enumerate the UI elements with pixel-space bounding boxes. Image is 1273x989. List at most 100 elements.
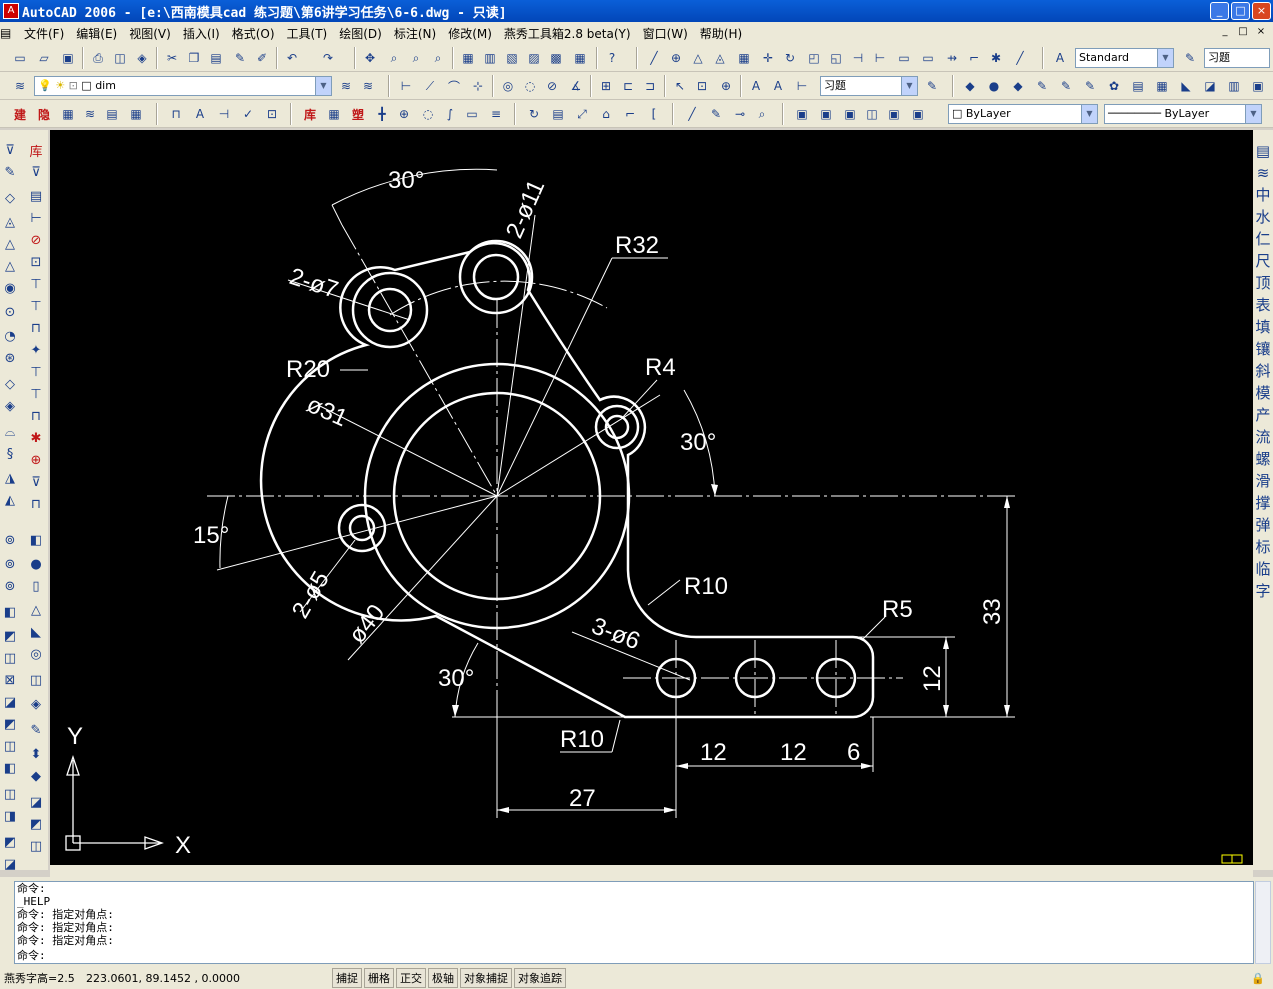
mold-icon-11[interactable]: ⊤ xyxy=(26,384,46,404)
pan-icon[interactable]: ✥ xyxy=(360,48,380,68)
solid-icon-11[interactable]: ◧ xyxy=(0,758,20,778)
solid-icon-7[interactable]: ⊠ xyxy=(0,670,20,690)
command-scrollbar[interactable] xyxy=(1255,881,1271,964)
screen-icon-1[interactable]: ▣ xyxy=(792,104,812,124)
print-icon[interactable]: ⎙ xyxy=(88,48,108,68)
layer-previous-icon[interactable]: ≋ xyxy=(358,76,378,96)
render-icon-8[interactable]: ▤ xyxy=(1128,76,1148,96)
curve-tool-icon[interactable]: ∫ xyxy=(440,104,460,124)
solid-icon-13[interactable]: ◨ xyxy=(0,806,20,826)
mirror-icon[interactable]: △ xyxy=(688,48,708,68)
document-icon[interactable]: ▤ xyxy=(0,26,18,40)
render-icon-7[interactable]: ✿ xyxy=(1104,76,1124,96)
drawing-canvas[interactable]: 30° 2-ø11 R32 2-ø7 R20 R4 ø31 30° 15° 2-… xyxy=(50,130,1253,865)
draw-icon-12[interactable]: ◈ xyxy=(0,396,20,416)
screen-icon-3[interactable]: ▣ xyxy=(840,104,860,124)
view-icon-14[interactable]: ◫ xyxy=(26,836,46,856)
block-editor-icon[interactable]: ✐ xyxy=(252,48,272,68)
draw-icon-9[interactable]: ◔ xyxy=(0,326,20,346)
view-icon-12[interactable]: ◪ xyxy=(26,792,46,812)
render-icon-4[interactable]: ✎ xyxy=(1032,76,1052,96)
palette-item-chan[interactable]: 产 xyxy=(1254,404,1272,426)
same-icon[interactable]: ≡ xyxy=(486,104,506,124)
modify-extra-icon[interactable]: ╱ xyxy=(1010,48,1030,68)
render-icon-13[interactable]: ▣ xyxy=(1248,76,1268,96)
menu-file[interactable]: 文件(F) xyxy=(18,25,70,42)
solid-icon-10[interactable]: ◫ xyxy=(0,736,20,756)
minimize-button[interactable]: _ xyxy=(1210,2,1229,20)
move-icon[interactable]: ✛ xyxy=(758,48,778,68)
tool-palettes-icon[interactable]: ▧ xyxy=(502,48,522,68)
palette-item-xie[interactable]: 斜 xyxy=(1254,360,1272,382)
draw-icon-15[interactable]: ◮ xyxy=(0,468,20,488)
explode-icon[interactable]: ✱ xyxy=(986,48,1006,68)
menu-insert[interactable]: 插入(I) xyxy=(177,25,226,42)
text-style-select[interactable]: Standard ▼ xyxy=(1075,48,1174,68)
draw-icon-4[interactable]: ◬ xyxy=(0,212,20,232)
house-icon[interactable]: ⌂ xyxy=(596,104,616,124)
polar-toggle[interactable]: 极轴 xyxy=(428,968,458,988)
screen-icon-4[interactable]: ◫ xyxy=(862,104,882,124)
print-preview-icon[interactable]: ◫ xyxy=(110,48,130,68)
mold-icon-2[interactable]: ▤ xyxy=(26,186,46,206)
tolerance-icon[interactable]: ⊡ xyxy=(692,76,712,96)
snap-toggle[interactable]: 捕捉 xyxy=(332,968,362,988)
solid-icon-5[interactable]: ◩ xyxy=(0,626,20,646)
sheet-set-icon[interactable]: ▨ xyxy=(524,48,544,68)
view-icon-9[interactable]: ✎ xyxy=(26,720,46,740)
palette-item-tan[interactable]: 弹 xyxy=(1254,514,1272,536)
undo-icon[interactable]: ↶ xyxy=(282,48,302,68)
view-icon-10[interactable]: ⬍ xyxy=(26,744,46,764)
dim-style-icon[interactable]: ✎ xyxy=(1180,48,1200,68)
doc-close-button[interactable]: × xyxy=(1253,25,1269,40)
maximize-button[interactable]: □ xyxy=(1231,2,1250,20)
palette-item-liu[interactable]: 流 xyxy=(1254,426,1272,448)
mold-icon-5[interactable]: ⊡ xyxy=(26,252,46,272)
paste-icon[interactable]: ▤ xyxy=(206,48,226,68)
dim-radius-icon[interactable]: ◎ xyxy=(498,76,518,96)
dim-text-edit-icon[interactable]: A xyxy=(768,76,788,96)
trim-icon[interactable]: ⊣ xyxy=(848,48,868,68)
mold-icon-12[interactable]: ⊓ xyxy=(26,406,46,426)
autocad-app-icon[interactable]: A xyxy=(3,3,19,19)
properties-icon[interactable]: ▦ xyxy=(458,48,478,68)
dim-aligned-icon[interactable]: ⟋ xyxy=(420,76,440,96)
draw-icon-16[interactable]: ◭ xyxy=(0,490,20,510)
screen-icon-5[interactable]: ▣ xyxy=(884,104,904,124)
chamfer-icon[interactable]: ⇸ xyxy=(942,48,962,68)
color-bars-icon[interactable]: ▤ xyxy=(102,104,122,124)
draw-icon-13[interactable]: ⌓ xyxy=(0,422,20,442)
palette-item-biao2[interactable]: 标 xyxy=(1254,536,1272,558)
quick-dim-icon[interactable]: ⊞ xyxy=(596,76,616,96)
dim-diameter-icon[interactable]: ⊘ xyxy=(542,76,562,96)
palette-item-cheng[interactable]: 撑 xyxy=(1254,492,1272,514)
palette-item-chi[interactable]: 尺 xyxy=(1254,250,1272,272)
table-icon[interactable]: ▦ xyxy=(324,104,344,124)
offset-icon[interactable]: ◬ xyxy=(710,48,730,68)
mold-icon-1[interactable]: ⊽ xyxy=(26,162,46,182)
render-icon-9[interactable]: ▦ xyxy=(1152,76,1172,96)
solid-icon-1[interactable]: ⊚ xyxy=(0,530,20,550)
render-icon-1[interactable]: ◆ xyxy=(960,76,980,96)
solid-icon-15[interactable]: ◪ xyxy=(0,854,20,874)
zoom-window-icon[interactable]: ⌕ xyxy=(406,48,426,68)
menu-help[interactable]: 帮助(H) xyxy=(694,25,748,42)
dim-ordinate-icon[interactable]: ⊹ xyxy=(468,76,488,96)
palette-item-zhong[interactable]: 中 xyxy=(1254,184,1272,206)
solid-icon-14[interactable]: ◩ xyxy=(0,832,20,852)
stretch-icon[interactable]: ◱ xyxy=(826,48,846,68)
extend-icon[interactable]: ⊢ xyxy=(870,48,890,68)
view-icon-6[interactable]: ◎ xyxy=(26,644,46,664)
calculator-icon[interactable]: ▦ xyxy=(570,48,590,68)
command-input[interactable]: 命令: xyxy=(14,949,1254,964)
dim-edit-icon[interactable]: A xyxy=(746,76,766,96)
mold-icon-13[interactable]: ✱ xyxy=(26,428,46,448)
dim-continue-icon[interactable]: ⊐ xyxy=(640,76,660,96)
palette-icon-2[interactable]: ≋ xyxy=(1254,162,1272,184)
join-icon[interactable]: ▭ xyxy=(918,48,938,68)
draw-line-icon[interactable]: ╱ xyxy=(644,48,664,68)
mold-icon-3[interactable]: ⊢ xyxy=(26,208,46,228)
mold-icon-7[interactable]: ⊤ xyxy=(26,296,46,316)
text-style-icon[interactable]: A xyxy=(1050,48,1070,68)
palette-item-zi[interactable]: 字 xyxy=(1254,580,1272,602)
